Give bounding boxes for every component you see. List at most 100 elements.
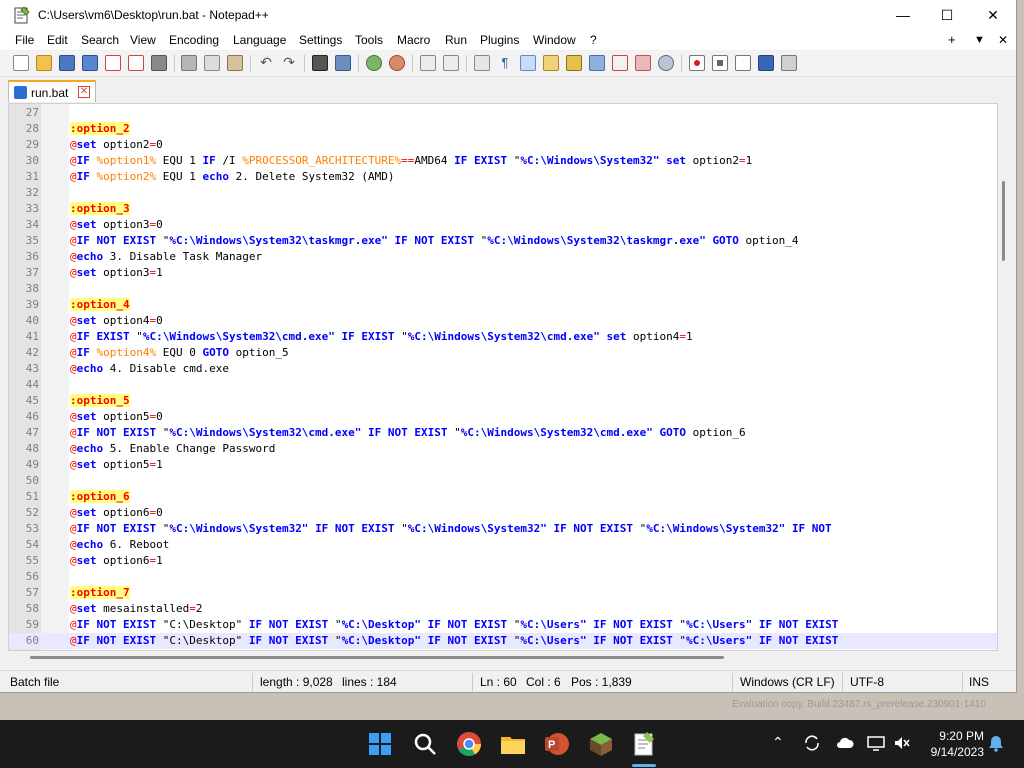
record-macro-icon[interactable] [689, 55, 705, 71]
code-line[interactable]: 39:option_4 [9, 297, 997, 313]
menu-macro[interactable]: Macro [397, 33, 430, 47]
menu-language[interactable]: Language [233, 33, 286, 47]
code-line[interactable]: 60 @IF NOT EXIST "C:\Desktop" IF NOT EXIS… [9, 633, 997, 649]
play-macro-icon[interactable] [735, 55, 751, 71]
close-file-icon[interactable] [105, 55, 121, 71]
replace-icon[interactable] [335, 55, 351, 71]
menu-window[interactable]: Window [533, 33, 576, 47]
code-line[interactable]: 44 [9, 377, 997, 393]
chrome-icon[interactable] [455, 730, 483, 758]
code-line[interactable]: 51:option_6 [9, 489, 997, 505]
code-editor[interactable]: 27 28:option_2 29 @set option2=0 30 @IF %opti… [8, 103, 998, 651]
redo-icon[interactable]: ↷ [281, 55, 297, 71]
maximize-button[interactable]: ☐ [924, 0, 970, 30]
network-icon[interactable] [866, 734, 886, 752]
new-tab-plus-icon[interactable]: + [948, 32, 956, 47]
menu-plugins[interactable]: Plugins [480, 33, 519, 47]
powerpoint-icon[interactable]: P [543, 730, 571, 758]
run-macro-multiple-icon[interactable] [758, 55, 774, 71]
code-line[interactable]: 42 @IF %option4% EQU 0 GOTO option_5 [9, 345, 997, 361]
zoom-out-icon[interactable] [389, 55, 405, 71]
undo-icon[interactable]: ↶ [258, 55, 274, 71]
code-line[interactable]: 40 @set option4=0 [9, 313, 997, 329]
code-line[interactable]: 57:option_7 [9, 585, 997, 601]
code-line[interactable]: 59 @IF NOT EXIST "C:\Desktop" IF NOT EXIS… [9, 617, 997, 633]
sync-vertical-icon[interactable] [420, 55, 436, 71]
menu-tools[interactable]: Tools [355, 33, 383, 47]
folder-as-workspace-icon[interactable] [635, 55, 651, 71]
minecraft-icon[interactable] [587, 730, 615, 758]
code-line[interactable]: 45:option_5 [9, 393, 997, 409]
code-line[interactable]: 36 @echo 3. Disable Task Manager [9, 249, 997, 265]
copy-icon[interactable] [204, 55, 220, 71]
code-line[interactable]: 54 @echo 6. Reboot [9, 537, 997, 553]
menu-run[interactable]: Run [445, 33, 467, 47]
code-line[interactable]: 38 [9, 281, 997, 297]
zoom-in-icon[interactable] [366, 55, 382, 71]
tab-list-down-icon[interactable]: ▼ [974, 34, 985, 46]
search-icon[interactable] [411, 730, 439, 758]
code-line[interactable]: 52 @set option6=0 [9, 505, 997, 521]
tab-close-icon[interactable]: ✕ [78, 86, 90, 98]
code-line[interactable]: 53 @IF NOT EXIST "%C:\Windows\System32" I… [9, 521, 997, 537]
code-line[interactable]: 28:option_2 [9, 121, 997, 137]
sync-horizontal-icon[interactable] [443, 55, 459, 71]
save-all-icon[interactable] [82, 55, 98, 71]
cloud-status-icon[interactable] [835, 734, 855, 752]
doc-map-icon[interactable] [566, 55, 582, 71]
paste-icon[interactable] [227, 55, 243, 71]
notification-bell-icon[interactable] [988, 734, 1004, 752]
horizontal-scrollbar[interactable] [8, 651, 998, 664]
code-line[interactable]: 35 @IF NOT EXIST "%C:\Windows\System32\ta… [9, 233, 997, 249]
vertical-scrollbar[interactable] [998, 103, 1016, 651]
menu-encoding[interactable]: Encoding [169, 33, 219, 47]
file-explorer-icon[interactable] [499, 730, 527, 758]
code-line[interactable]: 49 @set option5=1 [9, 457, 997, 473]
code-line[interactable]: 31 @IF %option2% EQU 1 echo 2. Delete Sys… [9, 169, 997, 185]
menu-file[interactable]: File [15, 33, 34, 47]
print-icon[interactable] [151, 55, 167, 71]
code-line[interactable]: 37 @set option3=1 [9, 265, 997, 281]
menu-help[interactable]: ? [590, 33, 597, 47]
show-hidden-icons-chevron-icon[interactable]: ⌃ [772, 734, 784, 751]
menu-view[interactable]: View [130, 33, 156, 47]
menu-search[interactable]: Search [81, 33, 119, 47]
notepadpp-taskbar-icon[interactable] [630, 730, 658, 758]
code-line[interactable]: 34 @set option3=0 [9, 217, 997, 233]
code-line[interactable]: 50 [9, 473, 997, 489]
taskbar-time[interactable]: 9:20 PM [939, 729, 984, 743]
code-line[interactable]: 58 @set mesainstalled=2 [9, 601, 997, 617]
horizontal-scroll-thumb[interactable] [30, 656, 724, 659]
code-line[interactable]: 43 @echo 4. Disable cmd.exe [9, 361, 997, 377]
close-window-button[interactable]: ✕ [970, 0, 1016, 30]
code-line[interactable]: 56 [9, 569, 997, 585]
code-line[interactable]: 48 @echo 5. Enable Change Password [9, 441, 997, 457]
menu-edit[interactable]: Edit [47, 33, 68, 47]
code-line[interactable]: 27 [9, 105, 997, 121]
close-all-icon[interactable] [128, 55, 144, 71]
stop-macro-icon[interactable] [712, 55, 728, 71]
vertical-scroll-thumb[interactable] [1002, 181, 1005, 261]
cut-icon[interactable] [181, 55, 197, 71]
sync-icon[interactable] [803, 734, 821, 752]
code-line[interactable]: 32 [9, 185, 997, 201]
code-line[interactable]: 55 @set option6=1 [9, 553, 997, 569]
code-line[interactable]: 47 @IF NOT EXIST "%C:\Windows\System32\cm… [9, 425, 997, 441]
close-doc-icon[interactable]: ✕ [998, 33, 1008, 47]
function-list-icon[interactable] [612, 55, 628, 71]
code-line[interactable]: 30 @IF %option1% EQU 1 IF /I %PROCESSOR_A… [9, 153, 997, 169]
find-icon[interactable] [312, 55, 328, 71]
word-wrap-icon[interactable] [474, 55, 490, 71]
define-language-icon[interactable] [543, 55, 559, 71]
title-bar[interactable]: C:\Users\vm6\Desktop\run.bat - Notepad++… [0, 0, 1016, 30]
doc-list-icon[interactable] [589, 55, 605, 71]
code-line[interactable]: 41 @IF EXIST "%C:\Windows\System32\cmd.ex… [9, 329, 997, 345]
save-macro-icon[interactable] [781, 55, 797, 71]
code-line[interactable]: 46 @set option5=0 [9, 409, 997, 425]
windows-start-icon[interactable] [366, 730, 394, 758]
save-icon[interactable] [59, 55, 75, 71]
code-line[interactable]: 29 @set option2=0 [9, 137, 997, 153]
minimize-button[interactable]: — [880, 0, 926, 30]
open-file-icon[interactable] [36, 55, 52, 71]
code-line[interactable]: 33:option_3 [9, 201, 997, 217]
